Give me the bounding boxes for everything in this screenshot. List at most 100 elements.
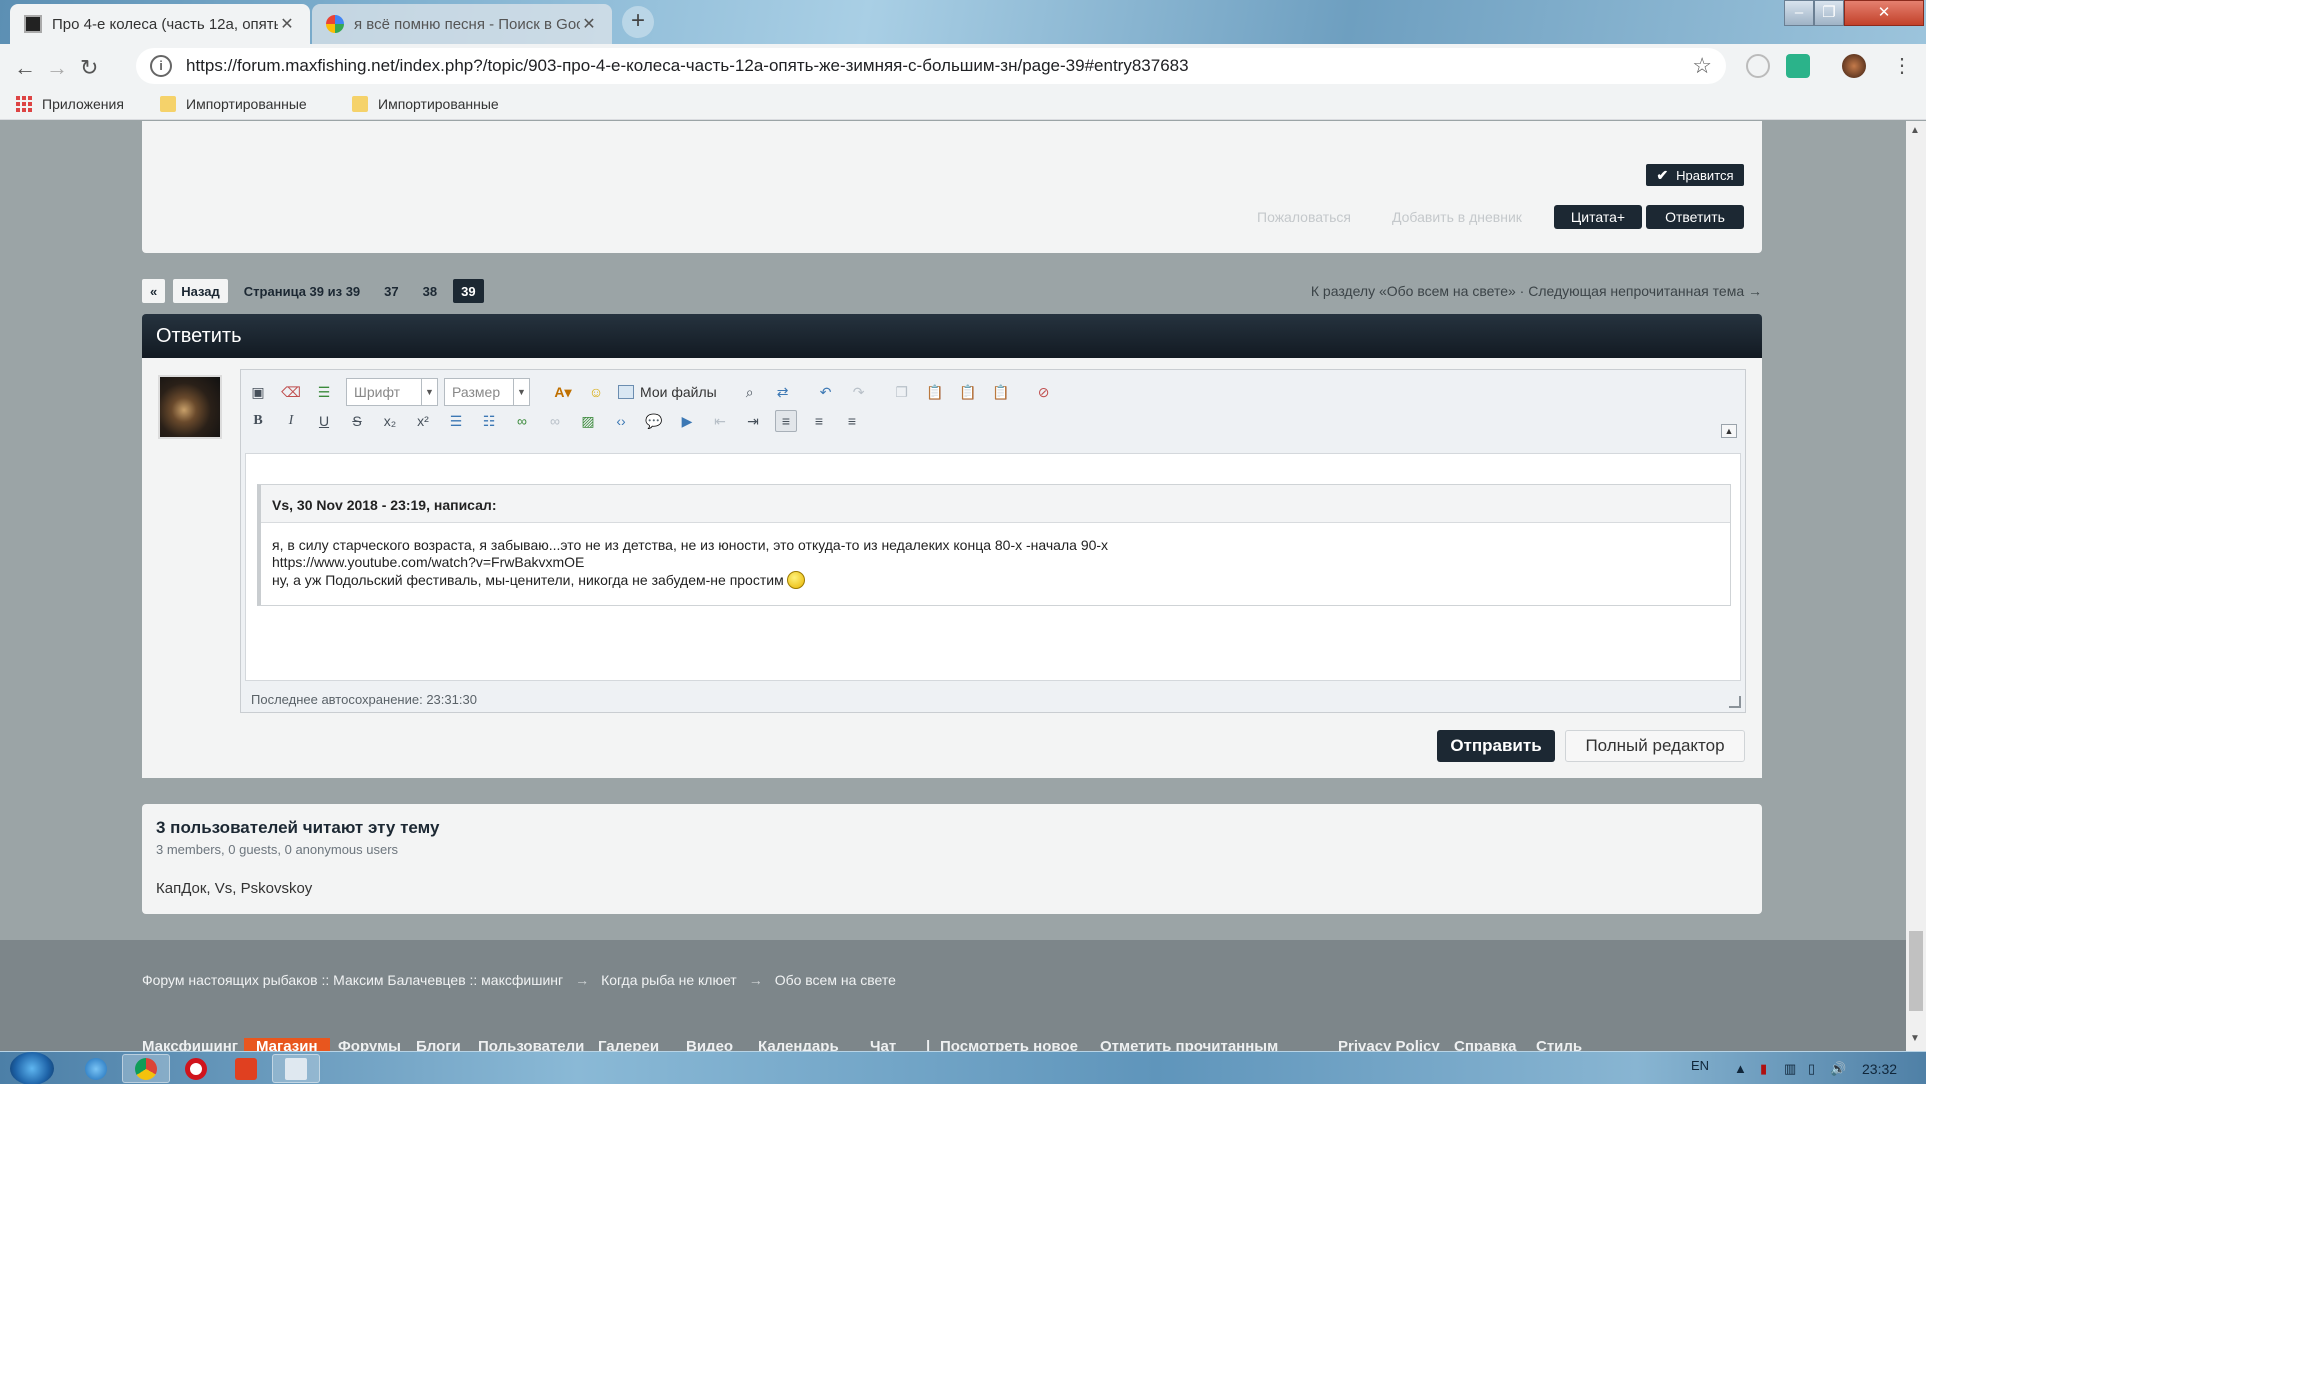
network-icon[interactable]: ▥	[1784, 1061, 1796, 1077]
tab-forum[interactable]: Про 4-е колеса (часть 12а, опять же зимн…	[10, 4, 310, 44]
text-color-icon[interactable]: A▾	[552, 381, 574, 403]
nav-privacy-policy[interactable]: Privacy Policy	[1338, 1038, 1440, 1051]
forward-arrow-icon[interactable]: →	[46, 55, 68, 81]
page-scrollbar[interactable]: ▲ ▼	[1906, 121, 1926, 1051]
bookmark-folder-1[interactable]: Импортированные	[160, 96, 307, 112]
nav-galleries[interactable]: Галереи	[598, 1038, 659, 1051]
taskbar-app[interactable]	[222, 1054, 270, 1083]
volume-icon[interactable]: 🔊	[1830, 1061, 1846, 1077]
show-hidden-icons-icon[interactable]: ▲	[1734, 1061, 1747, 1076]
quote-bubble-icon[interactable]: 💬	[643, 410, 665, 432]
size-select[interactable]: Размер ▼	[444, 378, 530, 406]
scroll-down-icon[interactable]: ▼	[1910, 1033, 1920, 1044]
eraser-icon[interactable]: ⌫	[280, 381, 302, 403]
breadcrumb-category[interactable]: Когда рыба не клюет	[601, 972, 737, 988]
nav-forums[interactable]: Форумы	[338, 1038, 401, 1051]
nav-view-new[interactable]: Посмотреть новое	[940, 1038, 1078, 1051]
close-icon[interactable]: ✕	[278, 14, 296, 34]
report-link[interactable]: Пожаловаться	[1257, 209, 1351, 225]
paste-icon[interactable]: 📋	[924, 381, 946, 403]
keyboard-language[interactable]: EN	[1691, 1058, 1709, 1073]
align-right-icon[interactable]: ≡	[841, 410, 863, 432]
bold-icon[interactable]: B	[247, 410, 269, 432]
subscript-icon[interactable]: x₂	[379, 410, 401, 432]
paste-text-icon[interactable]: 📋	[957, 381, 979, 403]
minimize-button[interactable]: –	[1784, 0, 1814, 26]
extension-map-icon[interactable]	[1786, 54, 1810, 78]
nav-blogs[interactable]: Блоги	[416, 1038, 461, 1051]
taskbar-internet-explorer[interactable]	[72, 1054, 120, 1083]
bookmark-star-icon[interactable]: ☆	[1692, 53, 1712, 79]
undo-icon[interactable]: ↶	[815, 381, 837, 403]
back-page-button[interactable]: Назад	[173, 279, 228, 303]
tab-google-search[interactable]: я всё помню песня - Поиск в Google ✕	[312, 4, 612, 44]
strikethrough-icon[interactable]: S	[346, 410, 368, 432]
profile-avatar[interactable]	[1842, 54, 1866, 78]
full-editor-button[interactable]: Полный редактор	[1565, 730, 1745, 762]
copy-icon[interactable]: ❐	[891, 381, 913, 403]
quote-plus-button[interactable]: Цитата+	[1554, 205, 1642, 229]
spellcheck-icon[interactable]: ☰	[313, 381, 335, 403]
numbered-list-icon[interactable]: ☷	[478, 410, 500, 432]
nav-users[interactable]: Пользователи	[478, 1038, 584, 1051]
page-link-37[interactable]: 37	[376, 279, 406, 303]
bulleted-list-icon[interactable]: ☰	[445, 410, 467, 432]
reply-button[interactable]: Ответить	[1646, 205, 1744, 229]
italic-icon[interactable]: I	[280, 410, 302, 432]
image-icon[interactable]: ▨	[577, 410, 599, 432]
breadcrumb-home[interactable]: Форум настоящих рыбаков :: Максим Балаче…	[142, 972, 563, 988]
media-icon[interactable]: ▶	[676, 410, 698, 432]
section-navigation-links[interactable]: К разделу «Обо всем на свете» · Следующа…	[1140, 283, 1762, 299]
nav-calendar[interactable]: Календарь	[758, 1038, 839, 1051]
paste-word-icon[interactable]: 📋	[990, 381, 1012, 403]
add-to-diary-link[interactable]: Добавить в дневник	[1392, 209, 1522, 225]
code-icon[interactable]: ‹›	[610, 410, 632, 432]
align-center-icon[interactable]: ≡	[808, 410, 830, 432]
resize-grip-icon[interactable]	[1729, 696, 1741, 708]
maximize-button[interactable]: ❐	[1814, 0, 1844, 26]
reload-icon[interactable]: ↻	[80, 55, 98, 81]
scrollbar-thumb[interactable]	[1909, 931, 1923, 1011]
system-clock[interactable]: 23:32	[1862, 1061, 1897, 1077]
preview-icon[interactable]: ⊘	[1033, 381, 1055, 403]
new-tab-button[interactable]: +	[622, 6, 654, 38]
superscript-icon[interactable]: x²	[412, 410, 434, 432]
like-button[interactable]: ✔ Нравится	[1646, 164, 1744, 186]
editor-content-area[interactable]: Vs, 30 Nov 2018 - 23:19, написал: я, в с…	[245, 453, 1741, 681]
taskbar-explorer[interactable]	[272, 1054, 320, 1083]
taskbar-opera[interactable]	[172, 1054, 220, 1083]
underline-icon[interactable]: U	[313, 410, 335, 432]
extension-a-icon[interactable]	[1746, 54, 1770, 78]
emoticon-icon[interactable]: ☺	[585, 381, 607, 403]
find-icon[interactable]: ⌕	[739, 381, 761, 403]
font-select[interactable]: Шрифт ▼	[346, 378, 438, 406]
scroll-up-icon[interactable]: ▲	[1910, 125, 1920, 136]
close-window-button[interactable]: ✕	[1844, 0, 1924, 26]
nav-style[interactable]: Стиль	[1536, 1038, 1582, 1051]
nav-help[interactable]: Справка	[1454, 1038, 1516, 1051]
address-bar[interactable]: i https://forum.maxfishing.net/index.php…	[136, 48, 1726, 84]
start-button[interactable]	[10, 1052, 54, 1084]
readers-names[interactable]: КапДок, Vs, Pskovskoy	[156, 880, 312, 897]
bookmark-folder-2[interactable]: Импортированные	[352, 96, 499, 112]
unlink-icon[interactable]: ∞	[544, 410, 566, 432]
source-icon[interactable]: ▣	[247, 381, 269, 403]
back-arrow-icon[interactable]: ←	[14, 55, 36, 81]
nav-mark-read[interactable]: Отметить прочитанным	[1100, 1038, 1278, 1051]
nav-shop[interactable]: Магазин	[244, 1038, 330, 1051]
taskbar-chrome[interactable]	[122, 1054, 170, 1083]
first-page-button[interactable]: «	[142, 279, 166, 303]
indent-icon[interactable]: ⇥	[742, 410, 764, 432]
close-icon[interactable]: ✕	[580, 14, 598, 34]
align-left-icon[interactable]: ≡	[775, 410, 797, 432]
collapse-toolbar-icon[interactable]: ▲	[1721, 424, 1737, 438]
outdent-icon[interactable]: ⇤	[709, 410, 731, 432]
antivirus-icon[interactable]: ▮	[1760, 1061, 1767, 1077]
breadcrumb-section[interactable]: Обо всем на свете	[775, 972, 896, 988]
my-files-button[interactable]: Мои файлы	[618, 384, 717, 400]
info-icon[interactable]: i	[150, 55, 172, 77]
redo-icon[interactable]: ↷	[848, 381, 870, 403]
menu-dots-icon[interactable]: ⋮	[1892, 53, 1912, 78]
bookmark-apps[interactable]: Приложения	[16, 96, 124, 112]
battery-icon[interactable]: ▯	[1808, 1061, 1815, 1077]
